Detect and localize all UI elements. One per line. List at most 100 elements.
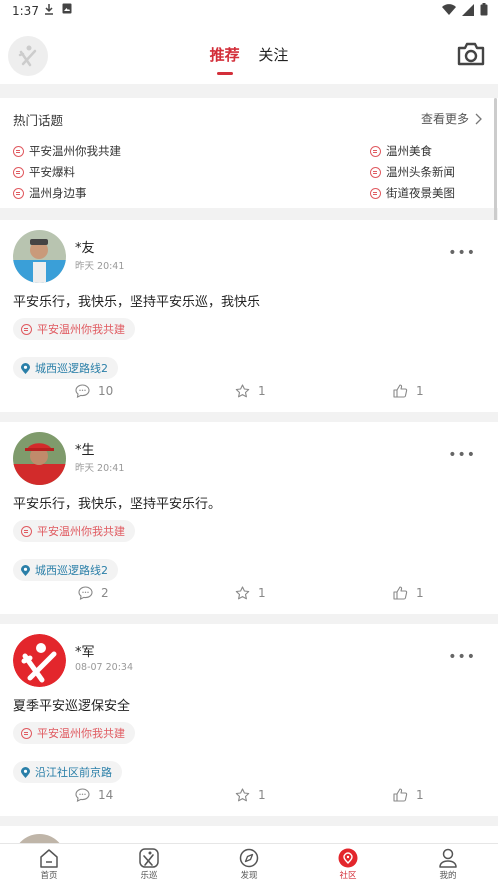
topic-icon (13, 166, 24, 178)
tab-label: 我的 (439, 871, 457, 881)
topic-item[interactable]: 平安爆料 (13, 164, 75, 180)
patrol-icon (139, 848, 159, 868)
notification-icon (62, 3, 72, 14)
post-author[interactable]: *生 (75, 439, 95, 458)
like-button[interactable]: 1 (393, 586, 424, 600)
more-options-icon[interactable]: ••• (448, 649, 476, 665)
post-card[interactable]: *友 昨天 20:41 ••• 平安乐行，我快乐，坚持平安乐巡，我快乐 平安温州… (0, 220, 498, 412)
like-button[interactable]: 1 (393, 788, 424, 802)
comment-button[interactable]: 2 (78, 586, 109, 600)
post-card[interactable]: *军 08-07 20:34 ••• 夏季平安巡逻保安全 平安温州你我共建 沿江… (0, 624, 498, 816)
comment-button[interactable]: 10 (75, 384, 113, 398)
comment-icon (75, 788, 90, 802)
topic-icon (370, 145, 381, 157)
post-time: 昨天 20:41 (75, 463, 125, 474)
avatar[interactable] (13, 634, 66, 687)
topic-label: 平安爆料 (29, 165, 75, 179)
tab-discover[interactable]: 发现 (219, 848, 279, 881)
location-pin-icon (21, 362, 30, 374)
tab-following[interactable]: 关注 (258, 44, 288, 65)
post-location-chip[interactable]: 沿江社区前京路 (13, 761, 122, 783)
thumbs-up-icon (393, 586, 408, 600)
topic-item[interactable]: 平安温州你我共建 (13, 143, 121, 159)
signal-icon (462, 3, 474, 16)
hot-topics-panel: 热门话题 查看更多 平安温州你我共建 平安爆料 温州身边事 温州美食 温州头条新… (0, 98, 498, 208)
post-content[interactable]: 平安乐行，我快乐，坚持平安乐行。 (13, 493, 221, 512)
topic-item[interactable]: 温州身边事 (13, 185, 87, 201)
post-actions: 14 1 1 (0, 788, 498, 812)
star-icon (235, 384, 250, 398)
post-actions: 2 1 1 (0, 586, 498, 610)
topic-icon (13, 187, 24, 199)
favorite-button[interactable]: 1 (235, 788, 266, 802)
see-more-link[interactable]: 查看更多 (421, 110, 482, 127)
star-icon (235, 788, 250, 802)
tab-patrol[interactable]: 乐巡 (119, 848, 179, 881)
post-card[interactable]: *生 昨天 20:41 ••• 平安乐行，我快乐，坚持平安乐行。 平安温州你我共… (0, 422, 498, 614)
topic-icon (13, 145, 24, 157)
topic-item[interactable]: 街道夜景美图 (370, 185, 455, 201)
see-more-label: 查看更多 (420, 112, 469, 126)
status-time: 1:37 (12, 4, 39, 18)
favorite-button[interactable]: 1 (235, 384, 266, 398)
like-count: 1 (416, 384, 424, 398)
favorite-count: 1 (258, 586, 266, 600)
post-content[interactable]: 夏季平安巡逻保安全 (13, 695, 130, 714)
home-icon (40, 849, 58, 868)
post-author[interactable]: *友 (75, 237, 95, 256)
avatar[interactable] (13, 834, 66, 843)
post-location-chip[interactable]: 城西巡逻路线2 (13, 559, 118, 581)
tab-label: 首页 (40, 871, 58, 881)
topic-item[interactable]: 温州美食 (370, 143, 432, 159)
status-bar: 1:37 (0, 0, 498, 22)
avatar[interactable] (13, 432, 66, 485)
download-icon (45, 4, 53, 15)
post-location-label: 城西巡逻路线2 (35, 564, 108, 577)
battery-icon (480, 3, 488, 16)
camera-icon[interactable] (456, 40, 486, 68)
more-options-icon[interactable]: ••• (448, 447, 476, 463)
post-location-label: 沿江社区前京路 (35, 766, 112, 779)
tab-home[interactable]: 首页 (19, 848, 79, 881)
topic-label: 温州身边事 (29, 186, 87, 200)
location-pin-icon (21, 564, 30, 576)
feed-tabs: 推荐 关注 (0, 44, 498, 65)
tab-community[interactable]: 社区 (318, 848, 378, 881)
topic-item[interactable]: 温州头条新闻 (370, 164, 455, 180)
favorite-button[interactable]: 1 (235, 586, 266, 600)
topic-label: 温州头条新闻 (386, 165, 455, 179)
like-count: 1 (416, 788, 424, 802)
favorite-count: 1 (258, 384, 266, 398)
comment-button[interactable]: 14 (75, 788, 113, 802)
post-content[interactable]: 平安乐行，我快乐，坚持平安乐巡，我快乐 (13, 291, 260, 310)
topic-label: 平安温州你我共建 (29, 144, 121, 158)
post-location-chip[interactable]: 城西巡逻路线2 (13, 357, 118, 379)
post-author[interactable]: *军 (75, 641, 95, 660)
bottom-tab-bar: 首页 乐巡 发现 社区 我的 (0, 843, 498, 885)
chevron-right-icon (475, 113, 482, 124)
post-topic-label: 平安温州你我共建 (37, 525, 125, 538)
post-card[interactable] (0, 826, 498, 843)
profile-icon (439, 848, 457, 868)
more-options-icon[interactable]: ••• (448, 245, 476, 261)
topic-label: 街道夜景美图 (386, 186, 455, 200)
comment-count: 10 (98, 384, 114, 398)
post-time: 08-07 20:34 (75, 662, 134, 673)
post-actions: 10 1 1 (0, 384, 498, 408)
tab-profile[interactable]: 我的 (418, 848, 478, 881)
comment-count: 14 (98, 788, 114, 802)
topic-icon (370, 187, 381, 199)
tab-label: 社区 (339, 871, 357, 881)
post-topic-chip[interactable]: 平安温州你我共建 (13, 318, 135, 340)
post-topic-chip[interactable]: 平安温州你我共建 (13, 520, 135, 542)
topic-icon (21, 727, 32, 739)
like-button[interactable]: 1 (393, 384, 424, 398)
tab-recommend[interactable]: 推荐 (210, 44, 240, 65)
post-topic-label: 平安温州你我共建 (37, 727, 125, 740)
avatar[interactable] (13, 230, 66, 283)
post-topic-chip[interactable]: 平安温州你我共建 (13, 722, 135, 744)
like-count: 1 (416, 586, 424, 600)
app-header: 推荐 关注 (0, 22, 498, 84)
hot-topics-title: 热门话题 (13, 113, 64, 128)
post-location-label: 城西巡逻路线2 (35, 362, 108, 375)
